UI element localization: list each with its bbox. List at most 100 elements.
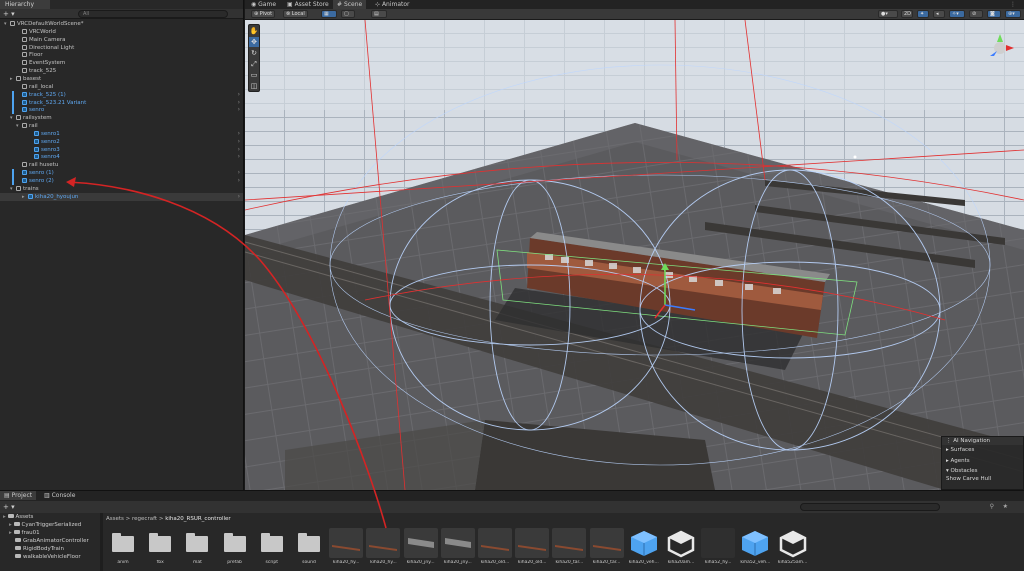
tree-divider[interactable] — [100, 513, 103, 571]
gizmos-toggle-icon[interactable]: ⊕▾ — [1005, 10, 1021, 18]
snap-increment-button[interactable]: ▢ — [341, 10, 355, 18]
move-tool-icon[interactable]: ✥ — [249, 37, 259, 47]
folder-tree-item[interactable]: GrabAnimatorController — [0, 537, 100, 545]
hierarchy-search-input[interactable]: All — [78, 10, 228, 18]
open-prefab-chevron-icon[interactable]: › — [238, 146, 240, 154]
local-toggle[interactable]: ⊗ Local — [283, 10, 308, 18]
asset-item[interactable]: kiha20_old... — [515, 528, 550, 570]
tab-hierarchy[interactable]: Hierarchy — [0, 0, 50, 9]
expand-arrow-icon[interactable]: ▸ — [3, 514, 8, 520]
hierarchy-item[interactable]: Floor — [0, 51, 243, 59]
lighting-toggle-icon[interactable]: ✦ — [917, 10, 929, 18]
hierarchy-item[interactable]: rail husetu — [0, 161, 243, 169]
hierarchy-item[interactable]: ▾ trains — [0, 185, 243, 193]
audio-toggle-icon[interactable]: ◂ — [933, 10, 945, 18]
hierarchy-item[interactable]: senro2 › — [0, 138, 243, 146]
project-search-input[interactable] — [800, 503, 940, 511]
hierarchy-item[interactable]: senro › — [0, 106, 243, 115]
show-carve-hull-toggle[interactable]: Show Carve Hull — [942, 475, 1023, 484]
open-prefab-chevron-icon[interactable]: › — [238, 153, 240, 161]
surfaces-item[interactable]: ▸ Surfaces — [942, 445, 1023, 456]
open-prefab-chevron-icon[interactable]: › — [238, 91, 240, 99]
transform-tool-icon[interactable]: ◫ — [249, 81, 259, 91]
hierarchy-item[interactable]: track_523.21 Variant › — [0, 98, 243, 107]
pivot-toggle[interactable]: ⊕ Pivot — [251, 10, 276, 18]
hierarchy-item[interactable]: ▾ rail — [0, 122, 243, 130]
scene-viewport[interactable]: ✋ ✥ ↻ ⤢ ▭ ◫ — [245, 20, 1024, 490]
hierarchy-item[interactable]: VRCWorld — [0, 28, 243, 36]
open-prefab-chevron-icon[interactable]: › — [238, 99, 240, 107]
asset-folder[interactable]: prefab — [218, 528, 252, 570]
hierarchy-item[interactable]: track_525 — [0, 67, 243, 75]
open-prefab-chevron-icon[interactable]: › — [238, 130, 240, 138]
open-prefab-chevron-icon[interactable]: › — [238, 169, 240, 177]
open-prefab-chevron-icon[interactable]: › — [238, 193, 240, 201]
expand-arrow-icon[interactable]: ▸ — [9, 530, 14, 536]
hierarchy-item[interactable]: EventSystem — [0, 59, 243, 67]
open-prefab-chevron-icon[interactable]: › — [238, 138, 240, 146]
asset-item[interactable]: kiha20_tar... — [552, 528, 587, 570]
hierarchy-item[interactable]: senro3 › — [0, 146, 243, 154]
breadcrumb-assets[interactable]: Assets — [106, 516, 124, 522]
asset-item[interactable]: kiha20_veh... — [627, 528, 661, 570]
hierarchy-item[interactable]: ▸ kiha20_hyoujun › — [0, 192, 243, 201]
asset-item[interactable]: kiha20_tar... — [589, 528, 624, 570]
grid-snap-button[interactable]: ▦ — [321, 10, 337, 18]
open-prefab-chevron-icon[interactable]: › — [238, 177, 240, 185]
hidden-objects-icon[interactable]: ⊘ — [969, 10, 983, 18]
add-object-button[interactable]: + ▾ — [3, 10, 15, 18]
obstacles-item[interactable]: ▾ Obstacles — [942, 467, 1023, 475]
asset-item[interactable]: kiha20_hy... — [329, 528, 364, 570]
more-options-icon[interactable]: ⋮ — [1006, 0, 1020, 9]
toggle-2d-button[interactable]: 2D — [901, 10, 913, 18]
camera-settings-icon[interactable]: ◙ — [987, 10, 1001, 18]
folder-tree-item[interactable]: RigidBodyTrain — [0, 545, 100, 553]
hierarchy-item[interactable]: senro (1) › — [0, 169, 243, 178]
expand-arrow-icon[interactable]: ▸ — [9, 522, 14, 528]
hierarchy-item[interactable]: senro4 › — [0, 153, 243, 161]
create-asset-button[interactable]: + ▾ — [3, 503, 15, 511]
asset-folder[interactable]: sound — [292, 528, 326, 570]
asset-item[interactable]: kiha20_jny... — [403, 528, 438, 570]
grid-visibility-button[interactable]: ▤ — [371, 10, 387, 18]
hierarchy-item[interactable]: Directional Light — [0, 44, 243, 52]
asset-item[interactable]: kiha52_veh... — [738, 528, 772, 570]
asset-item[interactable]: kiha20_old... — [478, 528, 512, 570]
hierarchy-item[interactable]: ▾ railsystem — [0, 114, 243, 122]
folder-tree-item[interactable]: ▸ Assets — [0, 513, 100, 521]
asset-item[interactable]: kiha525am... — [776, 528, 810, 570]
asset-item[interactable]: kiha52_hy... — [701, 528, 736, 570]
filter-icon[interactable]: ⚲ — [990, 503, 994, 510]
hierarchy-item[interactable]: track_525 (1) › — [0, 90, 243, 99]
asset-folder[interactable]: script — [255, 528, 289, 570]
hierarchy-item[interactable]: Main Camera — [0, 36, 243, 44]
folder-tree-item[interactable]: walkableVehicleFloor — [0, 553, 100, 561]
rotate-tool-icon[interactable]: ↻ — [249, 48, 259, 58]
tab-project[interactable]: ▤ Project — [0, 491, 37, 500]
folder-tree-item[interactable]: ▸ frau01 — [0, 529, 100, 537]
tab-asset-store[interactable]: ▣ Asset Store — [283, 0, 333, 9]
effects-toggle-icon[interactable]: ✧▾ — [949, 10, 965, 18]
tab-scene[interactable]: # Scene — [333, 0, 367, 9]
asset-item[interactable]: kiha20_jny... — [440, 528, 475, 570]
agents-item[interactable]: ▸ Agents — [942, 456, 1023, 467]
tab-console[interactable]: ▥ Console — [40, 491, 79, 500]
scale-tool-icon[interactable]: ⤢ — [249, 59, 259, 69]
asset-item[interactable]: kiha20am... — [664, 528, 698, 570]
open-prefab-chevron-icon[interactable]: › — [238, 106, 240, 114]
favorite-icon[interactable]: ★ — [1003, 503, 1008, 510]
asset-folder[interactable]: anim — [106, 528, 140, 570]
rect-tool-icon[interactable]: ▭ — [249, 70, 259, 80]
hierarchy-item[interactable]: ▸ basest — [0, 75, 243, 83]
folder-tree-item[interactable]: ▸ CyanTriggerSerialized — [0, 521, 100, 529]
tab-game[interactable]: ◉ Game — [247, 0, 280, 9]
breadcrumb-regecraft[interactable]: regecraft — [132, 516, 157, 522]
hierarchy-item[interactable]: ▾ VRCDefaultWorldScene* — [0, 20, 243, 28]
hierarchy-item[interactable]: rail_local — [0, 83, 243, 91]
asset-item[interactable]: kiha20_hy... — [366, 528, 401, 570]
hand-tool-icon[interactable]: ✋ — [249, 26, 259, 36]
hierarchy-item[interactable]: senro1 › — [0, 130, 243, 138]
tab-animator[interactable]: ⊹ Animator — [371, 0, 414, 9]
shading-mode-button[interactable]: ●▾ — [878, 10, 898, 18]
hierarchy-item[interactable]: senro (2) › — [0, 177, 243, 185]
